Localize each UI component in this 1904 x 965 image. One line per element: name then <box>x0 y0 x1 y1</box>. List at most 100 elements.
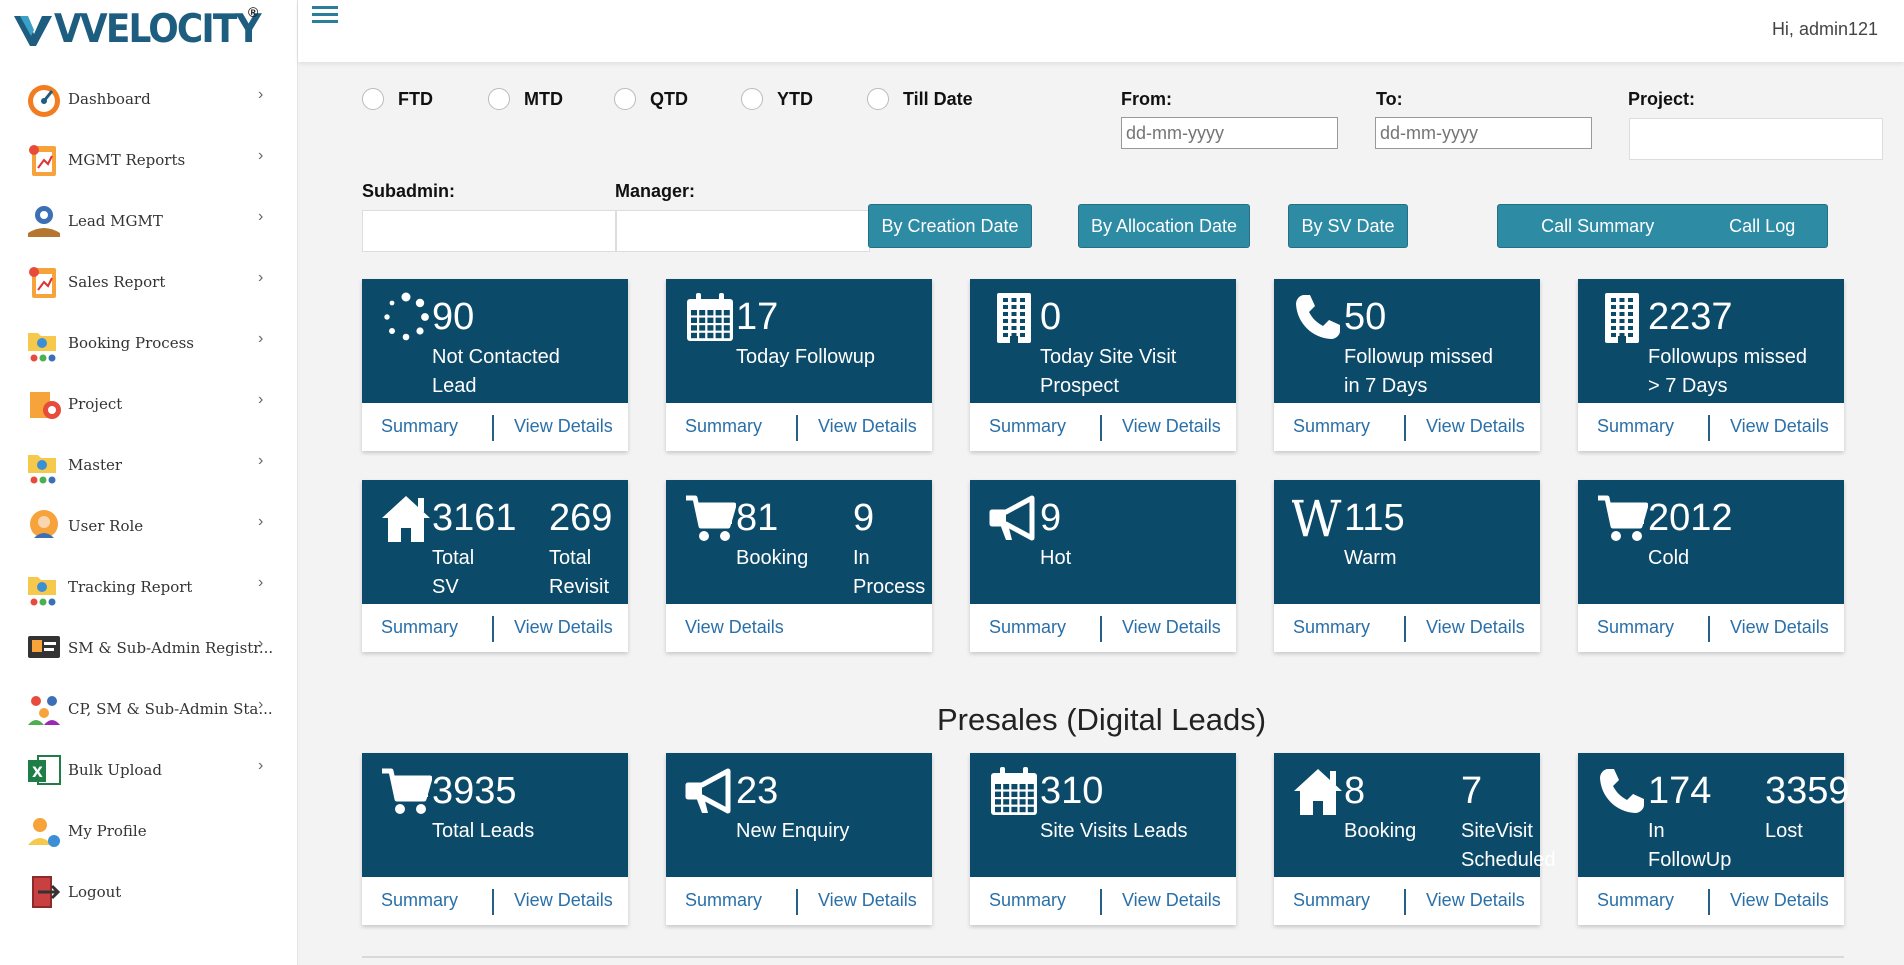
sidebar-item-user-role[interactable]: User Role › <box>0 495 298 556</box>
view-details-link[interactable]: View Details <box>1426 890 1525 911</box>
summary-link[interactable]: Summary <box>381 617 458 638</box>
by-sv-date-button[interactable]: By SV Date <box>1288 204 1408 248</box>
summary-link[interactable]: Summary <box>989 890 1066 911</box>
stat: 269 Total Revisit <box>549 496 612 602</box>
summary-link[interactable]: Summary <box>381 416 458 437</box>
view-details-link[interactable]: View Details <box>1730 890 1829 911</box>
radio-ytd[interactable] <box>741 88 763 110</box>
view-details-link[interactable]: View Details <box>1426 617 1525 638</box>
radio-ftd[interactable] <box>362 88 384 110</box>
card-header: 3161 Total SV 269 Total Revisit <box>362 480 628 604</box>
sidebar-item-tracking-report[interactable]: Tracking Report › <box>0 556 298 617</box>
stat-value: 9 <box>853 497 875 539</box>
summary-link[interactable]: Summary <box>989 617 1066 638</box>
stat-value: 3935 <box>432 770 517 812</box>
sidebar-item-label: Project <box>68 394 123 413</box>
view-details-link[interactable]: View Details <box>514 890 613 911</box>
period-till-date[interactable]: Till Date <box>867 88 973 110</box>
view-details-link[interactable]: View Details <box>1122 617 1221 638</box>
stat-card: 3935 Total Leads Summary View Details <box>362 753 628 925</box>
summary-link[interactable]: Summary <box>685 416 762 437</box>
radio-label: Till Date <box>903 88 973 109</box>
card-header: 17 Today Followup <box>666 279 932 403</box>
sidebar-item-label: Master <box>68 455 123 474</box>
summary-link[interactable]: Summary <box>1597 416 1674 437</box>
stat: 3935 Total Leads <box>432 769 534 846</box>
chevron-right-icon: › <box>258 635 264 652</box>
view-details-link[interactable]: View Details <box>685 617 784 638</box>
stat-label-line: Prospect <box>1040 375 1119 397</box>
to-date-input[interactable] <box>1375 117 1592 149</box>
stat-value: 23 <box>736 770 779 812</box>
stat-label: Followups missed > 7 Days <box>1648 343 1807 401</box>
sidebar-item-bulk-upload[interactable]: X Bulk Upload › <box>0 739 298 800</box>
view-details-link[interactable]: View Details <box>514 416 613 437</box>
view-details-link[interactable]: View Details <box>1122 416 1221 437</box>
sidebar-item-sm-sub-admin-registr[interactable]: SM & Sub-Admin Registr... › <box>0 617 298 678</box>
view-details-link[interactable]: View Details <box>1426 416 1525 437</box>
view-details-link[interactable]: View Details <box>514 617 613 638</box>
stat-card: W 115 Warm Summary View Details <box>1274 480 1540 652</box>
presales-title: Presales (Digital Leads) <box>937 702 1267 737</box>
call-summary-button[interactable]: Call Summary <box>1498 205 1697 247</box>
stat-value: 17 <box>736 296 779 338</box>
view-details-link[interactable]: View Details <box>1730 416 1829 437</box>
sidebar-item-label: Lead MGMT <box>68 211 163 230</box>
summary-link[interactable]: Summary <box>685 890 762 911</box>
svg-text:W: W <box>1292 492 1342 544</box>
user-greeting[interactable]: Hi, admin121 <box>1772 19 1878 40</box>
stat-label: New Enquiry <box>736 817 849 846</box>
summary-link[interactable]: Summary <box>1293 890 1370 911</box>
link-divider <box>1100 616 1102 642</box>
report-icon <box>29 266 56 298</box>
cart-icon <box>686 495 736 541</box>
sidebar-item-logout[interactable]: Logout <box>0 861 298 922</box>
from-date-input[interactable] <box>1121 117 1338 149</box>
subadmin-select[interactable] <box>362 210 616 252</box>
stat-label: Total Leads <box>432 817 534 846</box>
sidebar-item-master[interactable]: Master › <box>0 434 298 495</box>
by-creation-date-button[interactable]: By Creation Date <box>868 204 1032 248</box>
period-qtd[interactable]: QTD <box>614 88 688 110</box>
project-select[interactable] <box>1629 118 1883 160</box>
summary-link[interactable]: Summary <box>381 890 458 911</box>
sidebar-item-project[interactable]: Project › <box>0 373 298 434</box>
stat-label-line: Revisit <box>549 576 610 598</box>
manager-select[interactable] <box>616 210 870 252</box>
radio-till-date[interactable] <box>867 88 889 110</box>
period-ftd[interactable]: FTD <box>362 88 433 110</box>
menu-toggle-icon[interactable] <box>312 6 338 30</box>
view-details-link[interactable]: View Details <box>1730 617 1829 638</box>
brand-logo[interactable]: VVELOCITY <box>12 10 278 49</box>
link-divider <box>1100 889 1102 915</box>
sidebar-item-booking-process[interactable]: Booking Process › <box>0 312 298 373</box>
sidebar-item-sales-report[interactable]: Sales Report › <box>0 251 298 312</box>
call-log-button[interactable]: Call Log <box>1697 205 1827 247</box>
summary-link[interactable]: Summary <box>1293 617 1370 638</box>
period-mtd[interactable]: MTD <box>488 88 563 110</box>
summary-link[interactable]: Summary <box>1597 890 1674 911</box>
sidebar-item-my-profile[interactable]: My Profile <box>0 800 298 861</box>
summary-link[interactable]: Summary <box>989 416 1066 437</box>
summary-link[interactable]: Summary <box>1597 617 1674 638</box>
sidebar-item-mgmt-reports[interactable]: MGMT Reports › <box>0 129 298 190</box>
summary-link[interactable]: Summary <box>1293 416 1370 437</box>
stat-card: 9 Hot Summary View Details <box>970 480 1236 652</box>
sidebar-item-lead-mgmt[interactable]: Lead MGMT › <box>0 190 298 251</box>
sidebar-item-cp-sm-sub-admin-sta[interactable]: CP, SM & Sub-Admin Sta... › <box>0 678 298 739</box>
view-details-link[interactable]: View Details <box>1122 890 1221 911</box>
card-header: 90 Not Contacted Lead <box>362 279 628 403</box>
view-details-link[interactable]: View Details <box>818 416 917 437</box>
by-allocation-date-button[interactable]: By Allocation Date <box>1078 204 1250 248</box>
stat-label-line: Not Contacted <box>432 346 560 368</box>
stat-label-line: Lead <box>432 375 477 397</box>
stat-label-line: New Enquiry <box>736 820 850 842</box>
radio-qtd[interactable] <box>614 88 636 110</box>
stat-label: Not Contacted Lead <box>432 343 560 401</box>
sidebar-item-dashboard[interactable]: Dashboard › <box>0 68 298 129</box>
chevron-right-icon: › <box>258 574 264 591</box>
radio-label: MTD <box>524 88 563 109</box>
radio-mtd[interactable] <box>488 88 510 110</box>
view-details-link[interactable]: View Details <box>818 890 917 911</box>
period-ytd[interactable]: YTD <box>741 88 813 110</box>
